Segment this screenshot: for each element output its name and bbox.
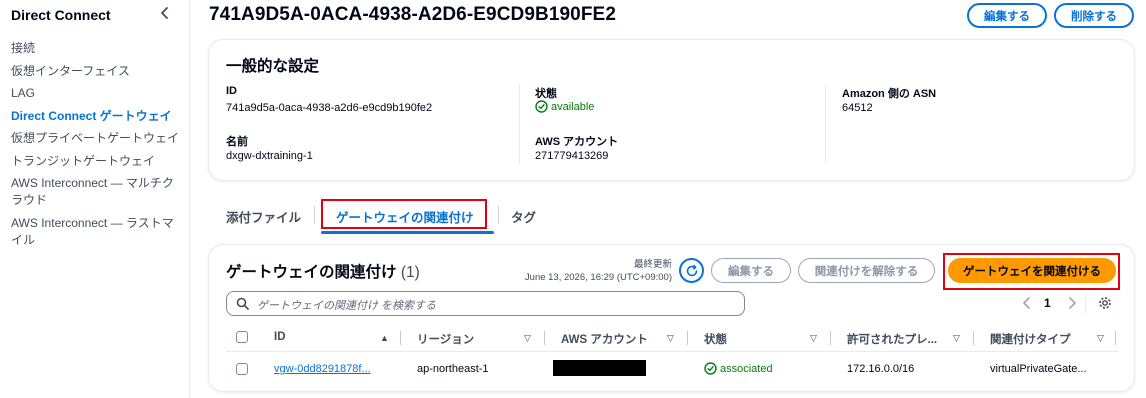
general-settings-title: 一般的な設定 [226, 58, 320, 75]
table-cell-id: vgw-0dd8291878f... [274, 363, 371, 375]
current-page[interactable]: 1 [1044, 296, 1051, 310]
header-divider [226, 351, 1118, 352]
status-label: 状態 [535, 88, 557, 100]
side-navigation: Direct Connect 接続 仮想インターフェイス LAG Direct … [0, 0, 190, 398]
table-cell-status: associated [704, 362, 773, 375]
column-resizer[interactable] [830, 331, 831, 345]
gateway-id-link[interactable]: vgw-0dd8291878f... [274, 363, 371, 375]
settings-gear-icon[interactable] [1098, 296, 1112, 310]
disassociate-button[interactable]: 関連付けを解除する [798, 258, 935, 283]
id-label: ID [226, 85, 237, 97]
last-updated: 最終更新 June 13, 2026, 16:29 (UTC+09:00) [520, 258, 672, 284]
tab-separator [314, 206, 315, 224]
column-resizer[interactable] [400, 331, 401, 345]
account-value: 271779413269 [535, 150, 609, 162]
sidebar-menu: 接続 仮想インターフェイス LAG Direct Connect ゲートウェイ … [11, 40, 181, 254]
row-status-value: associated [720, 362, 773, 375]
tab-attachments[interactable]: 添付ファイル [226, 207, 301, 226]
asn-value: 64512 [842, 102, 873, 114]
last-updated-label: 最終更新 [633, 259, 672, 270]
edit-button[interactable]: 編集する [967, 3, 1047, 28]
sort-icon[interactable]: ▽ [1097, 333, 1104, 344]
table-cell-association-type: virtualPrivateGate... [990, 363, 1087, 375]
sort-ascending-icon[interactable]: ▲ [380, 333, 389, 343]
success-check-icon [535, 100, 548, 113]
column-header-id[interactable]: ID [274, 331, 286, 343]
column-divider [825, 84, 826, 164]
sidebar-item-dx-gateways[interactable]: Direct Connect ゲートウェイ [11, 108, 181, 125]
sort-icon[interactable]: ▽ [953, 333, 960, 344]
page-title: 741A9D5A-0ACA-4938-A2D6-E9CD9B190FE2 [209, 4, 616, 25]
chevron-left-icon[interactable] [158, 3, 172, 23]
column-header-status[interactable]: 状態 [704, 331, 727, 347]
highlight-box-button [943, 253, 1120, 290]
id-value: 741a9d5a-0aca-4938-a2d6-e9cd9b190fe2 [226, 102, 433, 114]
tab-tags[interactable]: タグ [511, 207, 536, 226]
column-header-account[interactable]: AWS アカウント [561, 331, 648, 347]
sidebar-item-interconnect-lastmile[interactable]: AWS Interconnect — ラストマイル [11, 215, 181, 249]
highlight-box-tab [321, 199, 487, 229]
select-all-checkbox[interactable] [236, 331, 248, 343]
tab-separator [498, 206, 499, 224]
table-cell-region: ap-northeast-1 [417, 363, 489, 375]
column-resizer[interactable] [973, 331, 974, 345]
sidebar-item-connections[interactable]: 接続 [11, 40, 181, 57]
column-resizer[interactable] [1115, 331, 1116, 345]
sidebar-item-lag[interactable]: LAG [11, 85, 181, 102]
column-header-association-type[interactable]: 関連付けタイプ [990, 331, 1071, 347]
column-header-region[interactable]: リージョン [417, 331, 474, 347]
redacted-account-block [553, 360, 646, 376]
associations-title: ゲートウェイの関連付け (1) [226, 264, 420, 281]
general-settings-panel: 一般的な設定 ID 741a9d5a-0aca-4938-a2d6-e9cd9b… [209, 40, 1134, 180]
chevron-left-icon[interactable] [1022, 297, 1032, 309]
associations-count: (1) [400, 264, 420, 281]
sidebar-item-interconnect-multicloud[interactable]: AWS Interconnect — マルチクラウド [11, 175, 181, 209]
row-checkbox[interactable] [236, 363, 248, 375]
column-resizer[interactable] [544, 331, 545, 345]
chevron-right-icon[interactable] [1067, 297, 1077, 309]
name-label: 名前 [226, 136, 248, 148]
asn-label: Amazon 側の ASN [842, 88, 937, 100]
sidebar-title[interactable]: Direct Connect [11, 7, 111, 23]
search-placeholder: ゲートウェイの関連付け を検索する [257, 300, 437, 312]
search-icon [236, 297, 249, 310]
sort-icon[interactable]: ▽ [810, 333, 817, 344]
sort-icon[interactable]: ▽ [667, 333, 674, 344]
pagination-divider [1085, 293, 1086, 313]
column-divider [519, 84, 520, 164]
active-tab-indicator [321, 231, 494, 234]
account-label: AWS アカウント [535, 136, 619, 148]
refresh-icon [686, 264, 697, 276]
success-check-icon [704, 362, 717, 375]
column-header-allowed-prefixes[interactable]: 許可されたプレ... [847, 331, 937, 347]
sidebar-item-virtual-interfaces[interactable]: 仮想インターフェイス [11, 63, 181, 80]
search-input[interactable]: ゲートウェイの関連付け を検索する [226, 291, 745, 316]
name-value: dxgw-dxtraining-1 [226, 150, 313, 162]
delete-button[interactable]: 削除する [1054, 3, 1134, 28]
last-updated-value: June 13, 2026, 16:29 (UTC+09:00) [524, 272, 672, 283]
refresh-button[interactable] [679, 258, 704, 283]
table-cell-prefixes: 172.16.0.0/16 [847, 363, 915, 375]
sort-icon[interactable]: ▽ [524, 333, 531, 344]
status-indicator: available [535, 100, 594, 113]
sidebar-item-transit-gateways[interactable]: トランジットゲートウェイ [11, 153, 181, 170]
sidebar-item-vpgw[interactable]: 仮想プライベートゲートウェイ [11, 130, 181, 147]
column-resizer[interactable] [687, 331, 688, 345]
assoc-edit-button[interactable]: 編集する [711, 258, 791, 283]
status-value: available [551, 100, 595, 113]
